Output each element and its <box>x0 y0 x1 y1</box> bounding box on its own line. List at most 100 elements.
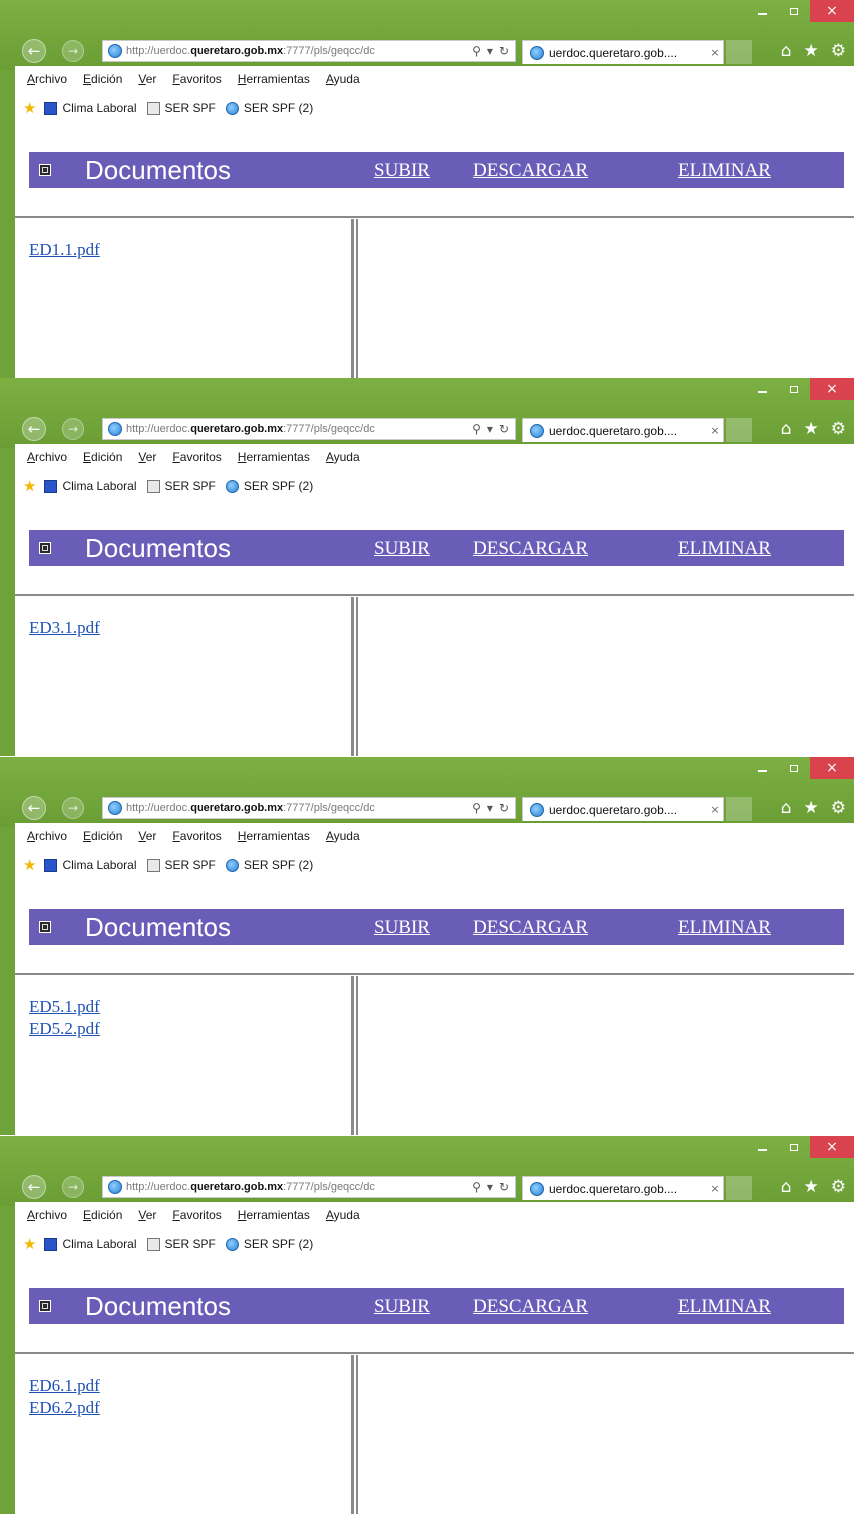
menu-edicion[interactable]: Edición <box>83 450 122 464</box>
file-link[interactable]: ED6.1.pdf <box>29 1375 100 1397</box>
favorite-ser-spf[interactable]: SER SPF <box>146 858 216 872</box>
menu-edicion[interactable]: Edición <box>83 72 122 86</box>
favorite-clima-laboral[interactable]: Clima Laboral <box>44 858 137 872</box>
menu-ayuda[interactable]: Ayuda <box>326 450 360 464</box>
menu-herramientas[interactable]: Herramientas <box>238 72 310 86</box>
address-url[interactable]: http://uerdoc.queretaro.gob.mx:7777/pls/… <box>126 423 466 435</box>
download-link[interactable]: DESCARGAR <box>473 538 588 560</box>
add-favorite-star-icon[interactable]: ★ <box>23 99 36 117</box>
browser-tab[interactable]: uerdoc.queretaro.gob.... × <box>522 40 724 64</box>
menu-favoritos[interactable]: Favoritos <box>172 1208 221 1222</box>
minimize-button[interactable] <box>746 757 778 779</box>
back-button[interactable]: ← <box>22 1175 46 1199</box>
menu-herramientas[interactable]: Herramientas <box>238 829 310 843</box>
close-tab-icon[interactable]: × <box>707 424 723 437</box>
menu-favoritos[interactable]: Favoritos <box>172 829 221 843</box>
favorite-ser-spf-2[interactable]: SER SPF (2) <box>225 858 313 872</box>
favorites-star-icon[interactable]: ★ <box>804 798 819 818</box>
close-tab-icon[interactable]: × <box>707 803 723 816</box>
file-link[interactable]: ED6.2.pdf <box>29 1397 100 1419</box>
maximize-button[interactable] <box>778 757 810 779</box>
favorites-star-icon[interactable]: ★ <box>804 419 819 439</box>
menu-archivo[interactable]: Archivo <box>27 72 67 86</box>
refresh-icon[interactable]: ↻ <box>499 44 509 58</box>
menu-ver[interactable]: Ver <box>138 1208 156 1222</box>
menu-ver[interactable]: Ver <box>138 450 156 464</box>
delete-link[interactable]: ELIMINAR <box>678 160 771 182</box>
back-button[interactable]: ← <box>22 796 46 820</box>
forward-button[interactable]: → <box>62 418 84 440</box>
search-icon[interactable]: ⚲ <box>472 422 481 436</box>
menu-favoritos[interactable]: Favoritos <box>172 72 221 86</box>
menu-ayuda[interactable]: Ayuda <box>326 829 360 843</box>
maximize-button[interactable] <box>778 0 810 22</box>
address-bar[interactable]: http://uerdoc.queretaro.gob.mx:7777/pls/… <box>102 418 516 440</box>
menu-archivo[interactable]: Archivo <box>27 829 67 843</box>
menu-favoritos[interactable]: Favoritos <box>172 450 221 464</box>
home-icon[interactable]: ⌂ <box>781 41 792 61</box>
menu-edicion[interactable]: Edición <box>83 829 122 843</box>
home-icon[interactable]: ⌂ <box>781 1177 792 1197</box>
favorite-clima-laboral[interactable]: Clima Laboral <box>44 101 137 115</box>
download-link[interactable]: DESCARGAR <box>473 917 588 939</box>
favorite-ser-spf[interactable]: SER SPF <box>146 1237 216 1251</box>
maximize-button[interactable] <box>778 378 810 400</box>
back-button[interactable]: ← <box>22 417 46 441</box>
favorites-star-icon[interactable]: ★ <box>804 41 819 61</box>
forward-button[interactable]: → <box>62 40 84 62</box>
favorite-ser-spf[interactable]: SER SPF <box>146 479 216 493</box>
menu-ver[interactable]: Ver <box>138 72 156 86</box>
menu-archivo[interactable]: Archivo <box>27 1208 67 1222</box>
upload-link[interactable]: SUBIR <box>374 160 430 182</box>
favorite-ser-spf-2[interactable]: SER SPF (2) <box>225 1237 313 1251</box>
file-link[interactable]: ED5.1.pdf <box>29 996 100 1018</box>
forward-button[interactable]: → <box>62 797 84 819</box>
back-button[interactable]: ← <box>22 39 46 63</box>
address-bar[interactable]: http://uerdoc.queretaro.gob.mx:7777/pls/… <box>102 1176 516 1198</box>
home-icon[interactable]: ⌂ <box>781 798 792 818</box>
upload-link[interactable]: SUBIR <box>374 917 430 939</box>
add-favorite-star-icon[interactable]: ★ <box>23 856 36 874</box>
settings-gear-icon[interactable]: ⚙ <box>831 41 846 61</box>
new-tab-button[interactable] <box>726 1176 752 1200</box>
upload-link[interactable]: SUBIR <box>374 1296 430 1318</box>
upload-link[interactable]: SUBIR <box>374 538 430 560</box>
browser-tab[interactable]: uerdoc.queretaro.gob.... × <box>522 797 724 821</box>
close-window-button[interactable]: × <box>810 0 854 22</box>
add-favorite-star-icon[interactable]: ★ <box>23 1235 36 1253</box>
close-window-button[interactable]: × <box>810 1136 854 1158</box>
add-favorite-star-icon[interactable]: ★ <box>23 477 36 495</box>
favorite-clima-laboral[interactable]: Clima Laboral <box>44 479 137 493</box>
delete-link[interactable]: ELIMINAR <box>678 917 771 939</box>
menu-ayuda[interactable]: Ayuda <box>326 1208 360 1222</box>
search-icon[interactable]: ⚲ <box>472 801 481 815</box>
menu-herramientas[interactable]: Herramientas <box>238 450 310 464</box>
delete-link[interactable]: ELIMINAR <box>678 1296 771 1318</box>
address-url[interactable]: http://uerdoc.queretaro.gob.mx:7777/pls/… <box>126 1181 466 1193</box>
refresh-icon[interactable]: ↻ <box>499 1180 509 1194</box>
refresh-icon[interactable]: ↻ <box>499 801 509 815</box>
home-icon[interactable]: ⌂ <box>781 419 792 439</box>
address-bar[interactable]: http://uerdoc.queretaro.gob.mx:7777/pls/… <box>102 40 516 62</box>
download-link[interactable]: DESCARGAR <box>473 1296 588 1318</box>
dropdown-icon[interactable]: ▾ <box>487 801 493 815</box>
forward-button[interactable]: → <box>62 1176 84 1198</box>
delete-link[interactable]: ELIMINAR <box>678 538 771 560</box>
address-url[interactable]: http://uerdoc.queretaro.gob.mx:7777/pls/… <box>126 45 466 57</box>
search-icon[interactable]: ⚲ <box>472 1180 481 1194</box>
dropdown-icon[interactable]: ▾ <box>487 422 493 436</box>
new-tab-button[interactable] <box>726 418 752 442</box>
refresh-icon[interactable]: ↻ <box>499 422 509 436</box>
favorite-ser-spf[interactable]: SER SPF <box>146 101 216 115</box>
favorite-clima-laboral[interactable]: Clima Laboral <box>44 1237 137 1251</box>
close-window-button[interactable]: × <box>810 757 854 779</box>
close-tab-icon[interactable]: × <box>707 1182 723 1195</box>
browser-tab[interactable]: uerdoc.queretaro.gob.... × <box>522 418 724 442</box>
search-icon[interactable]: ⚲ <box>472 44 481 58</box>
menu-archivo[interactable]: Archivo <box>27 450 67 464</box>
address-bar[interactable]: http://uerdoc.queretaro.gob.mx:7777/pls/… <box>102 797 516 819</box>
minimize-button[interactable] <box>746 378 778 400</box>
menu-ayuda[interactable]: Ayuda <box>326 72 360 86</box>
close-tab-icon[interactable]: × <box>707 46 723 59</box>
close-window-button[interactable]: × <box>810 378 854 400</box>
